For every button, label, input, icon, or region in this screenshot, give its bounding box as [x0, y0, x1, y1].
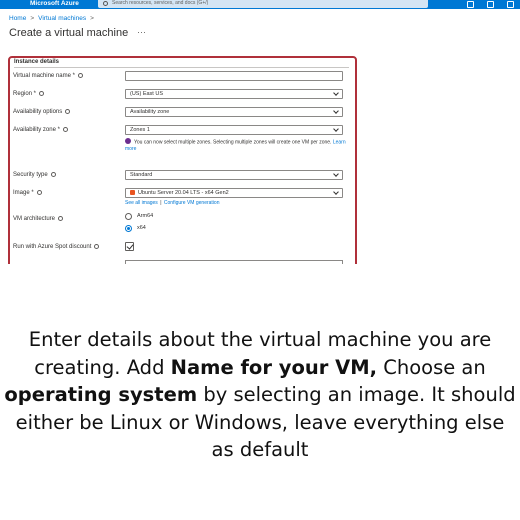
region-select[interactable]: (US) East US	[125, 89, 343, 99]
chevron-down-icon	[333, 108, 339, 114]
info-icon[interactable]	[58, 216, 64, 221]
instance-details-panel: Instance details Virtual machine name * …	[8, 56, 357, 264]
image-select[interactable]: Ubuntu Server 20.04 LTS - x64 Gen2	[125, 188, 343, 198]
spot-discount-checkbox[interactable]	[125, 242, 134, 251]
see-all-images-link[interactable]: See all images	[125, 200, 158, 206]
caption-line-2: creating. Add Name for your VM, Choose a…	[34, 355, 486, 379]
info-icon[interactable]	[36, 190, 42, 195]
more-options-icon[interactable]: ···	[137, 27, 146, 37]
info-icon[interactable]	[39, 91, 45, 96]
availability-zone-select[interactable]: Zones 1	[125, 125, 343, 135]
availability-options-label: Availability options	[13, 109, 71, 115]
chevron-down-icon	[333, 189, 339, 195]
security-type-label: Security type	[13, 172, 56, 178]
image-links: See all images | Configure VM generation	[125, 200, 220, 206]
vm-name-input[interactable]	[125, 71, 343, 81]
page-title: Create a virtual machine	[9, 27, 129, 39]
security-type-select[interactable]: Standard	[125, 170, 343, 180]
info-icon[interactable]	[62, 127, 68, 132]
caption-bold-os: operating system	[4, 383, 198, 406]
next-field-input[interactable]	[125, 260, 343, 264]
section-heading: Instance details	[14, 59, 60, 65]
azure-portal-screenshot: Microsoft Azure Search resources, servic…	[0, 0, 520, 264]
section-divider	[14, 67, 349, 68]
azure-brand[interactable]: Microsoft Azure	[30, 0, 79, 8]
configure-vm-generation-link[interactable]: Configure VM generation	[164, 200, 220, 206]
search-icon	[103, 1, 108, 6]
info-icon[interactable]	[94, 244, 100, 249]
image-label: Image *	[13, 190, 42, 196]
x64-label: x64	[137, 225, 146, 231]
chevron-down-icon	[333, 126, 339, 132]
info-icon[interactable]	[50, 172, 56, 177]
vm-architecture-label: VM architecture	[13, 216, 64, 222]
caption-line-4: either be Linux or Windows, leave everyt…	[15, 410, 505, 434]
breadcrumb: Home > Virtual machines >	[9, 15, 98, 22]
caption-line-5: as default	[211, 438, 309, 461]
settings-icon[interactable]	[506, 1, 514, 8]
chevron-down-icon	[333, 90, 339, 96]
chevron-right-icon: >	[90, 15, 94, 22]
breadcrumb-home[interactable]: Home	[9, 15, 26, 22]
chevron-down-icon	[333, 171, 339, 177]
instruction-caption: Enter details about the virtual machine …	[0, 326, 520, 464]
top-bar: Microsoft Azure Search resources, servic…	[0, 0, 520, 9]
info-badge-icon	[125, 138, 131, 144]
arm64-radio[interactable]	[125, 213, 132, 220]
caption-line-3: operating system by selecting an image. …	[4, 383, 516, 406]
availability-options-select[interactable]: Availability zone	[125, 107, 343, 117]
search-placeholder: Search resources, services, and docs (G+…	[112, 0, 209, 6]
arm64-label: Arm64	[137, 213, 154, 219]
vm-name-label: Virtual machine name *	[13, 73, 83, 79]
info-icon[interactable]	[65, 109, 71, 114]
ubuntu-icon	[130, 190, 135, 196]
notifications-icon[interactable]	[486, 1, 494, 8]
caption-bold-vm-name: Name for your VM,	[170, 355, 378, 379]
cloud-shell-icon[interactable]	[466, 1, 474, 8]
search-input[interactable]: Search resources, services, and docs (G+…	[98, 0, 428, 8]
availability-zone-note: You can now select multiple zones. Selec…	[125, 138, 346, 153]
breadcrumb-virtual-machines[interactable]: Virtual machines	[38, 15, 86, 22]
region-label: Region *	[13, 91, 45, 97]
caption-line-1: Enter details about the virtual machine …	[28, 328, 492, 351]
chevron-right-icon: >	[30, 15, 35, 22]
spot-discount-label: Run with Azure Spot discount	[13, 244, 100, 250]
info-icon[interactable]	[77, 73, 83, 78]
availability-zone-label: Availability zone *	[13, 127, 68, 133]
x64-radio[interactable]	[125, 225, 132, 232]
